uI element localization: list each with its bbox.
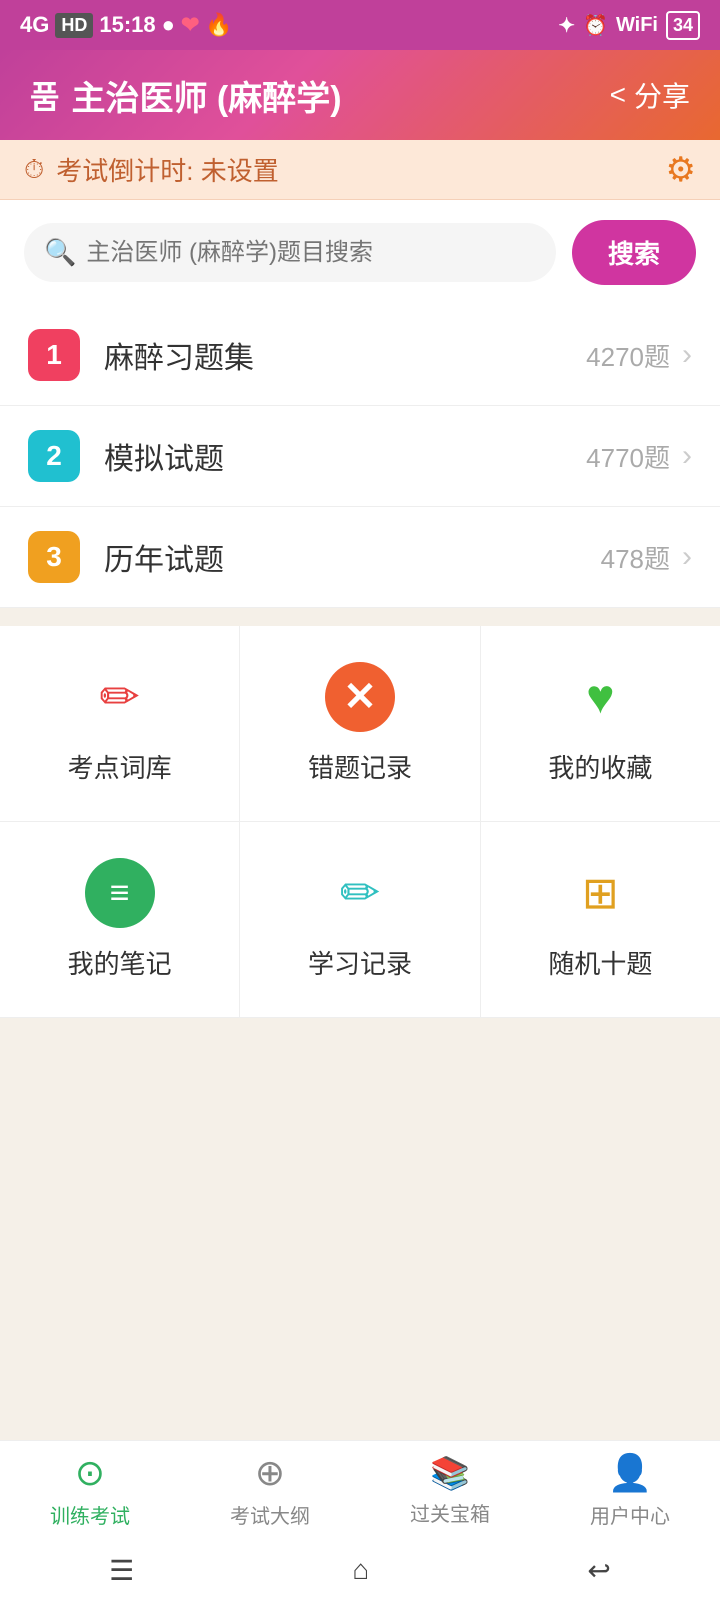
- shoucang-label: 我的收藏: [548, 748, 652, 785]
- train-label: 训练考试: [50, 1500, 130, 1529]
- grid-row-1: ✏ 考点词库 ✕ 错题记录 ♥ 我的收藏: [0, 626, 720, 822]
- grid-cell-shoucang[interactable]: ♥ 我的收藏: [481, 626, 720, 822]
- pencil-icon: ✏: [85, 662, 155, 732]
- treasure-icon: 📚: [430, 1454, 470, 1492]
- list-label-2: 模拟试题: [104, 434, 586, 478]
- system-nav: ☰ ⌂ ↩: [0, 1540, 720, 1600]
- search-input-wrap[interactable]: 🔍: [24, 223, 556, 282]
- dot-icon: ●: [162, 12, 175, 38]
- nav-item-outline[interactable]: ⊕ 考试大纲: [180, 1441, 360, 1540]
- list-num-1: 1: [28, 329, 80, 381]
- chevron-right-icon-2: ›: [682, 439, 692, 473]
- grid-cell-xuexi[interactable]: ✏ 学习记录: [240, 822, 480, 1018]
- edit-icon: ✏: [325, 858, 395, 928]
- list-section: 1 麻醉习题集 4270题 › 2 模拟试题 4770题 › 3 历年试题 47…: [0, 305, 720, 608]
- grid-cell-suiji[interactable]: ⊞ 随机十题: [481, 822, 720, 1018]
- list-num-2: 2: [28, 430, 80, 482]
- settings-icon[interactable]: ⚙: [666, 150, 696, 190]
- list-item-2[interactable]: 2 模拟试题 4770题 ›: [0, 406, 720, 507]
- wrong-icon: ✕: [325, 662, 395, 732]
- status-right: ✦ ⏰ WiFi 34: [558, 11, 700, 40]
- outline-label: 考试大纲: [230, 1500, 310, 1529]
- share-icon: <: [610, 79, 626, 111]
- nav-item-train[interactable]: ⊙ 训练考试: [0, 1441, 180, 1540]
- outline-icon: ⊕: [255, 1452, 285, 1494]
- list-item-1[interactable]: 1 麻醉习题集 4270题 ›: [0, 305, 720, 406]
- treasure-label: 过关宝箱: [410, 1498, 490, 1527]
- battery-indicator: 34: [666, 11, 700, 40]
- xuexi-label: 学习记录: [308, 944, 412, 981]
- user-label: 用户中心: [590, 1500, 670, 1529]
- notes-icon: ≡: [85, 858, 155, 928]
- chevron-right-icon-3: ›: [682, 540, 692, 574]
- cuoti-label: 错题记录: [308, 748, 412, 785]
- grid-section: ✏ 考点词库 ✕ 错题记录 ♥ 我的收藏 ≡ 我的笔记 ✏ 学习记录 ⊞ 随机十…: [0, 626, 720, 1018]
- grid-cell-cuoti[interactable]: ✕ 错题记录: [240, 626, 480, 822]
- list-label-1: 麻醉习题集: [104, 333, 586, 377]
- list-count-1: 4270题: [586, 337, 670, 374]
- nav-item-treasure[interactable]: 📚 过关宝箱: [360, 1441, 540, 1540]
- signal-icon: 4G: [20, 12, 49, 38]
- biji-label: 我的笔记: [68, 944, 172, 981]
- nav-item-user[interactable]: 👤 用户中心: [540, 1441, 720, 1540]
- countdown-left: ⏱ 考试倒计时: 未设置: [24, 151, 279, 188]
- search-magnifier-icon: 🔍: [44, 237, 76, 268]
- status-bar: 4G HD 15:18 ● ❤ 🔥 ✦ ⏰ WiFi 34: [0, 0, 720, 50]
- flame-icon: 🔥: [205, 12, 232, 38]
- alarm-icon: ⏰: [583, 13, 608, 38]
- list-num-3: 3: [28, 531, 80, 583]
- heart-icon: ♥: [565, 662, 635, 732]
- binoculars-icon: ⊞: [565, 858, 635, 928]
- back-button[interactable]: ↩: [587, 1554, 610, 1587]
- header: 품 主治医师 (麻醉学) < 分享: [0, 50, 720, 140]
- header-title-group: 품 主治医师 (麻醉学): [30, 71, 342, 120]
- search-input[interactable]: [86, 239, 536, 267]
- list-label-3: 历年试题: [104, 535, 601, 579]
- user-icon: 👤: [608, 1452, 653, 1494]
- countdown-banner: ⏱ 考试倒计时: 未设置 ⚙: [0, 140, 720, 200]
- list-count-2: 4770题: [586, 438, 670, 475]
- time: 15:18: [99, 12, 155, 38]
- bottom-nav: ⊙ 训练考试 ⊕ 考试大纲 📚 过关宝箱 👤 用户中心: [0, 1440, 720, 1540]
- chevron-right-icon-1: ›: [682, 338, 692, 372]
- grid-cell-kaodian[interactable]: ✏ 考点词库: [0, 626, 240, 822]
- content-area: [0, 1018, 720, 1398]
- search-bar: 🔍 搜索: [0, 200, 720, 305]
- countdown-label: 考试倒计时: 未设置: [56, 151, 278, 188]
- hd-badge: HD: [55, 13, 93, 38]
- wifi-icon: WiFi: [616, 14, 658, 37]
- list-count-3: 478题: [601, 539, 670, 576]
- share-label: 分享: [634, 75, 690, 115]
- suiji-label: 随机十题: [548, 944, 652, 981]
- search-button[interactable]: 搜索: [572, 220, 696, 285]
- clock-icon: ⏱: [24, 154, 44, 186]
- status-left: 4G HD 15:18 ● ❤ 🔥: [20, 12, 233, 38]
- page-title: 主治医师 (麻醉学): [71, 71, 341, 120]
- heart-status-icon: ❤: [181, 12, 199, 38]
- kaodian-label: 考点词库: [68, 748, 172, 785]
- bluetooth-icon: ✦: [558, 13, 575, 38]
- home-button[interactable]: ⌂: [352, 1554, 369, 1586]
- train-icon: ⊙: [75, 1452, 105, 1494]
- grid-row-2: ≡ 我的笔记 ✏ 学习记录 ⊞ 随机十题: [0, 822, 720, 1018]
- grid-cell-biji[interactable]: ≡ 我的笔记: [0, 822, 240, 1018]
- share-button[interactable]: < 分享: [610, 75, 690, 115]
- app-icon: 품: [30, 72, 59, 118]
- list-item-3[interactable]: 3 历年试题 478题 ›: [0, 507, 720, 608]
- menu-button[interactable]: ☰: [109, 1554, 134, 1587]
